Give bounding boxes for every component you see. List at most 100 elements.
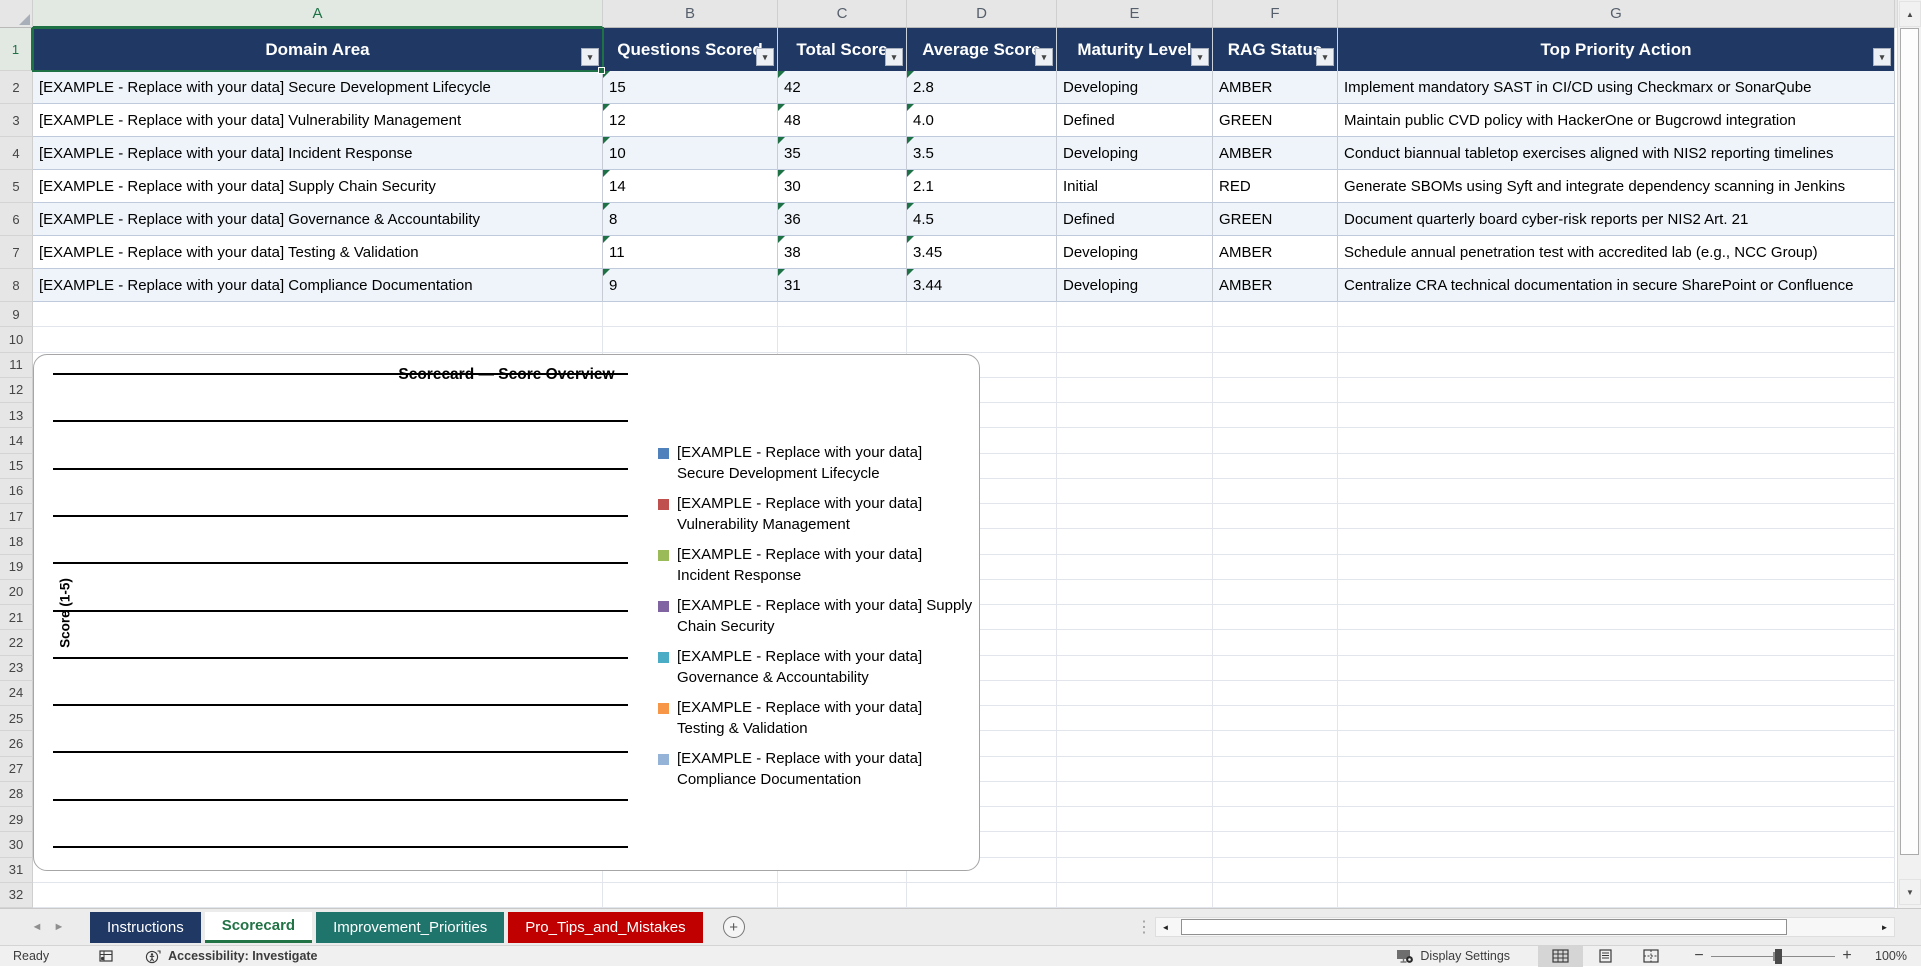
cell-E29[interactable] [1057,807,1213,833]
add-sheet-button[interactable]: + [722,916,745,938]
row-header-22[interactable]: 22 [0,630,33,656]
cell-F23[interactable] [1213,655,1338,681]
cell-E21[interactable] [1057,605,1213,631]
cell-F7[interactable]: AMBER [1213,236,1338,269]
cell-G27[interactable] [1338,756,1895,782]
cell-G14[interactable] [1338,428,1895,454]
zoom-out-button[interactable]: − [1691,947,1707,965]
column-header-B[interactable]: B [603,0,778,28]
row-header-29[interactable]: 29 [0,807,33,833]
cell-D3[interactable]: 4.0 [907,104,1057,137]
cell-A4[interactable]: [EXAMPLE - Replace with your data] Incid… [33,137,603,170]
filter-dropdown-button[interactable]: ▾ [1873,48,1891,66]
cell-F21[interactable] [1213,605,1338,631]
row-header-20[interactable]: 20 [0,579,33,605]
legend-item[interactable]: [EXAMPLE - Replace with your data] Secur… [658,443,973,484]
cell-E24[interactable] [1057,680,1213,706]
cell-F17[interactable] [1213,504,1338,530]
cell-F31[interactable] [1213,857,1338,883]
cell-E15[interactable] [1057,453,1213,479]
tab-nav-left-icon[interactable]: ◄ [26,921,48,933]
header-cell-G1[interactable]: Top Priority Action ▾ [1338,28,1895,71]
tab-scroll-grip[interactable]: ⋮ [1136,917,1152,937]
cell-G16[interactable] [1338,478,1895,504]
cell-A2[interactable]: [EXAMPLE - Replace with your data] Secur… [33,71,603,104]
cell-F22[interactable] [1213,630,1338,656]
zoom-in-button[interactable]: + [1839,947,1855,965]
cell-F26[interactable] [1213,731,1338,757]
cell-G25[interactable] [1338,706,1895,732]
select-all-button[interactable] [0,0,33,28]
column-header-A[interactable]: A [33,0,603,28]
cell-D10[interactable] [907,327,1057,353]
row-header-23[interactable]: 23 [0,655,33,681]
cell-E30[interactable] [1057,832,1213,858]
filter-dropdown-button[interactable]: ▾ [1316,48,1334,66]
cell-G26[interactable] [1338,731,1895,757]
cell-C5[interactable]: 30 [778,170,907,203]
cell-B8[interactable]: 9 [603,269,778,302]
cell-F4[interactable]: AMBER [1213,137,1338,170]
row-header-12[interactable]: 12 [0,377,33,403]
cell-E8[interactable]: Developing [1057,269,1213,302]
cell-G29[interactable] [1338,807,1895,833]
sheet-tab-instructions[interactable]: Instructions [90,911,201,943]
accessibility-icon[interactable] [144,949,161,964]
cell-E27[interactable] [1057,756,1213,782]
cell-C7[interactable]: 38 [778,236,907,269]
row-header-31[interactable]: 31 [0,857,33,883]
cell-B4[interactable]: 10 [603,137,778,170]
cell-F20[interactable] [1213,579,1338,605]
vertical-scrollbar[interactable]: ▲ ▼ [1897,0,1921,908]
column-header-G[interactable]: G [1338,0,1895,28]
cell-E13[interactable] [1057,403,1213,429]
cell-E11[interactable] [1057,352,1213,378]
cell-G7[interactable]: Schedule annual penetration test with ac… [1338,236,1895,269]
cell-F11[interactable] [1213,352,1338,378]
cell-F13[interactable] [1213,403,1338,429]
cell-E6[interactable]: Defined [1057,203,1213,236]
cell-G20[interactable] [1338,579,1895,605]
cell-G12[interactable] [1338,377,1895,403]
cell-A5[interactable]: [EXAMPLE - Replace with your data] Suppl… [33,170,603,203]
cell-A6[interactable]: [EXAMPLE - Replace with your data] Gover… [33,203,603,236]
cell-B32[interactable] [603,882,778,908]
cell-A9[interactable] [33,302,603,328]
cell-C32[interactable] [778,882,907,908]
page-layout-view-button[interactable] [1583,946,1628,967]
page-break-view-button[interactable] [1628,946,1673,967]
cell-D8[interactable]: 3.44 [907,269,1057,302]
cell-B10[interactable] [603,327,778,353]
cell-F2[interactable]: AMBER [1213,71,1338,104]
cell-D2[interactable]: 2.8 [907,71,1057,104]
macro-record-icon[interactable] [99,949,114,963]
cell-F9[interactable] [1213,302,1338,328]
legend-item[interactable]: [EXAMPLE - Replace with your data] Gover… [658,647,973,688]
row-header-6[interactable]: 6 [0,203,33,236]
cell-F5[interactable]: RED [1213,170,1338,203]
cell-G15[interactable] [1338,453,1895,479]
cell-E23[interactable] [1057,655,1213,681]
cell-E12[interactable] [1057,377,1213,403]
cell-G23[interactable] [1338,655,1895,681]
row-header-24[interactable]: 24 [0,680,33,706]
cell-G8[interactable]: Centralize CRA technical documentation i… [1338,269,1895,302]
cell-E25[interactable] [1057,706,1213,732]
row-header-28[interactable]: 28 [0,781,33,807]
cell-D6[interactable]: 4.5 [907,203,1057,236]
scroll-up-button[interactable]: ▲ [1899,1,1921,27]
legend-item[interactable]: [EXAMPLE - Replace with your data] Compl… [658,749,973,790]
cell-G10[interactable] [1338,327,1895,353]
spreadsheet-grid[interactable]: ABCDEFG 1 Domain Area ▾ Questions Scored ▾ To… [0,0,1897,908]
cell-F25[interactable] [1213,706,1338,732]
cell-B9[interactable] [603,302,778,328]
row-header-17[interactable]: 17 [0,504,33,530]
row-header-14[interactable]: 14 [0,428,33,454]
row-header-27[interactable]: 27 [0,756,33,782]
scroll-left-button[interactable]: ◄ [1157,918,1174,936]
scroll-right-button[interactable]: ► [1876,918,1893,936]
cell-E20[interactable] [1057,579,1213,605]
cell-E19[interactable] [1057,554,1213,580]
normal-view-button[interactable] [1538,945,1584,967]
header-cell-D1[interactable]: Average Score ▾ [907,28,1057,71]
